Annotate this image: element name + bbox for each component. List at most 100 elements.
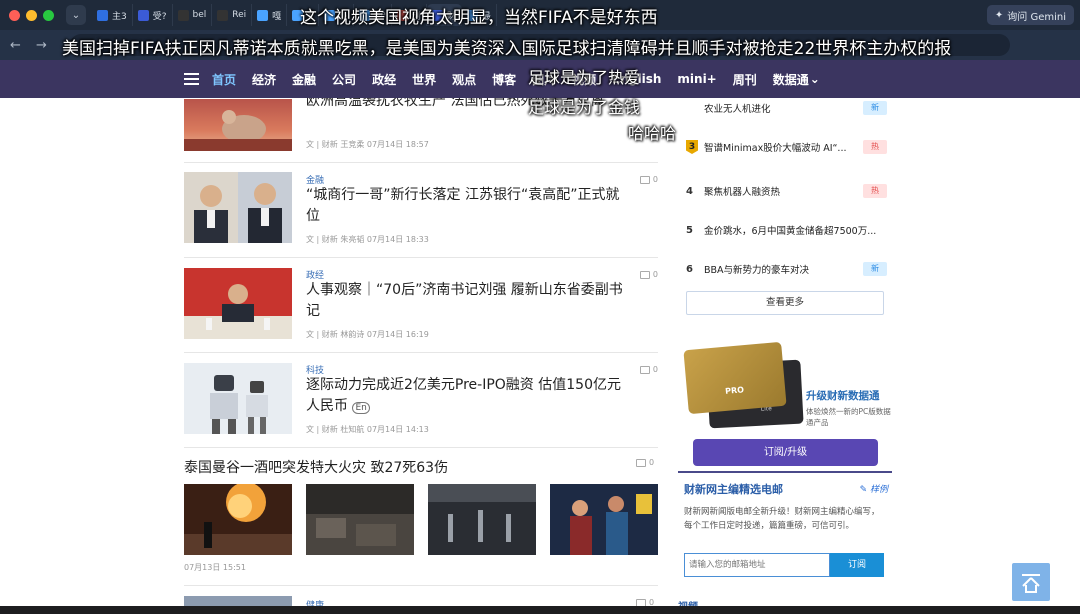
new-badge: 新 (863, 101, 887, 115)
ranking-item[interactable]: 农业无人机进化 新 (686, 98, 890, 118)
newsletter-subscribe-button[interactable]: 订阅 (830, 553, 884, 577)
nav-item[interactable]: 博客 (492, 71, 516, 88)
rank-medal-icon: 3 (686, 140, 698, 154)
news-thumbnail[interactable] (184, 363, 292, 434)
nav-item[interactable]: 数据通 (773, 71, 809, 88)
poultry-photo (184, 110, 292, 151)
browser-tab[interactable]: 嘎 (252, 4, 288, 26)
hot-badge: 热 (863, 140, 887, 154)
news-item[interactable]: 科技 逐际动力完成近2亿美元Pre-IPO融资 估值150亿元人民币 En 文 … (184, 353, 658, 448)
ranking-text[interactable]: 金价跳水，6月中国黄金储备超7500万... (704, 223, 884, 237)
view-more-button[interactable]: 查看更多 (686, 291, 884, 315)
photo-story-date: 07月13日 15:51 (184, 563, 246, 572)
nav-item[interactable]: 经济 (252, 71, 276, 88)
ranking-text[interactable]: 聚焦机器人融资热 (704, 184, 864, 198)
news-item[interactable]: 政经 人事观察｜“70后”济南书记刘强 履新山东省委副书记 文 | 财新 林韵诗… (184, 258, 658, 353)
news-item[interactable]: 金融 “城商行一哥”新行长落定 江苏银行“袁高配”正式就位 文 | 财新 朱亮韬… (184, 163, 658, 258)
comment-count[interactable]: 0 (636, 598, 654, 606)
back-arrow-icon[interactable]: ← (10, 38, 26, 53)
comment-count[interactable]: 0 (639, 365, 658, 374)
video-section-label[interactable]: 视频 (678, 598, 698, 606)
maximize-window-button[interactable] (43, 9, 54, 21)
news-thumbnail[interactable] (184, 268, 292, 339)
tab-list-chevron-icon[interactable]: ⌄ (66, 5, 86, 25)
photo-thumbnail[interactable] (306, 484, 414, 555)
nav-item[interactable]: 周刊 (733, 71, 757, 88)
nav-item[interactable]: 世界 (412, 71, 436, 88)
forward-arrow-icon[interactable]: → (36, 38, 52, 53)
news-title[interactable]: 人事观察｜“70后”济南书记刘强 履新山东省委副书记 (306, 280, 626, 322)
tab-favicon-icon (257, 9, 269, 21)
new-badge: 新 (863, 262, 887, 276)
humanoid-robot-photo (184, 363, 292, 434)
nav-item[interactable]: 观点 (452, 71, 476, 88)
ranking-text[interactable]: 农业无人机进化 (704, 101, 864, 115)
ranking-item[interactable]: 6 BBA与新势力的豪车对决 新 (686, 259, 890, 279)
subtitle-overlay: 美国扫掉FIFA扶正因凡蒂诺本质就黑吃黑，是美国为美资深入国际足球扫清障碍并且顺… (62, 39, 952, 59)
menu-hamburger-icon[interactable] (184, 73, 199, 85)
newsletter-description: 财新网新闻版电邮全新升级！财新网主编精心编写，每个工作日定时投递，篇篇重磅，可信… (684, 507, 880, 531)
minimize-window-button[interactable] (26, 9, 37, 21)
sample-link[interactable]: ✎ 样例 (860, 482, 888, 495)
official-at-podium-photo (184, 268, 292, 339)
photo-strip (184, 484, 658, 555)
pencil-icon: ✎ (859, 485, 870, 495)
rank-number: 5 (686, 224, 693, 236)
back-to-top-button[interactable] (1012, 563, 1050, 601)
browser-tab[interactable]: bel (173, 4, 213, 26)
nav-item[interactable]: 公司 (332, 71, 356, 88)
news-meta: 文 | 财新 王竞柔 07月14日 18:57 (306, 140, 429, 149)
photo-thumbnail[interactable] (428, 484, 536, 555)
back-to-top-icon (1022, 574, 1040, 593)
ranking-item[interactable]: 3 智谱Minimax股价大幅波动 AI“... 热 (686, 137, 890, 157)
comment-icon (636, 458, 646, 467)
nav-item[interactable]: 政经 (372, 71, 396, 88)
ranking-text[interactable]: BBA与新势力的豪车对决 (704, 262, 864, 276)
browser-tab[interactable]: 受? (133, 4, 173, 26)
tab-label: Rei (232, 10, 247, 20)
data-product-cards-image[interactable]: Lite PRO (683, 341, 804, 429)
nav-item[interactable]: 金融 (292, 71, 316, 88)
comment-icon (639, 175, 650, 184)
news-thumbnail[interactable] (184, 99, 292, 151)
browser-tab[interactable]: 主3 (92, 4, 133, 26)
tab-favicon-icon (137, 9, 149, 21)
photo-story-title[interactable]: 泰国曼谷一酒吧突发特大火灾 致27死63伤 (184, 457, 658, 477)
photo-thumbnail[interactable] (550, 484, 658, 555)
news-meta: 文 | 财新 朱亮韬 07月14日 18:33 (306, 235, 429, 244)
nav-item[interactable]: mini+ (677, 72, 716, 86)
news-thumbnail[interactable] (184, 172, 292, 243)
close-window-button[interactable] (9, 9, 20, 21)
ranking-item[interactable]: 5 金价跳水，6月中国黄金储备超7500万... (686, 220, 890, 240)
ranking-item[interactable]: 4 聚焦机器人融资热 热 (686, 181, 890, 201)
english-version-badge[interactable]: En (352, 402, 370, 414)
comment-icon (639, 365, 650, 374)
news-title[interactable]: “城商行一哥”新行长落定 江苏银行“袁高配”正式就位 (306, 185, 626, 227)
rank-number: 4 (686, 185, 693, 197)
gemini-label: 询问 Gemini (1007, 11, 1066, 23)
news-category[interactable]: 健康 (306, 598, 324, 606)
email-input[interactable] (684, 553, 830, 577)
dropdown-caret-icon[interactable]: ⌄ (810, 72, 820, 86)
tab-label: bel (192, 10, 207, 20)
subscribe-upgrade-button[interactable]: 订阅/升级 (693, 439, 878, 466)
comment-count[interactable]: 0 (636, 458, 654, 467)
comment-count[interactable]: 0 (639, 175, 658, 184)
browser-tab[interactable]: Rei (212, 4, 253, 26)
tab-label: 主3 (112, 11, 127, 22)
photo-thumbnail[interactable] (184, 484, 292, 555)
newsletter-title: 财新网主编精选电邮 (684, 483, 783, 496)
tab-favicon-icon (97, 9, 108, 21)
ranking-text[interactable]: 智谱Minimax股价大幅波动 AI“... (704, 140, 864, 154)
comment-icon (636, 598, 646, 606)
subtitle-overlay: 足球是为了金钱 (528, 98, 641, 117)
tab-favicon-icon (217, 9, 229, 21)
promo-title[interactable]: 升级财新数据通 (806, 388, 880, 403)
news-thumbnail[interactable] (184, 596, 292, 606)
ask-gemini-button[interactable]: ✦ 询问 Gemini (986, 5, 1074, 25)
news-title[interactable]: 逐际动力完成近2亿美元Pre-IPO融资 估值150亿元人民币 En (306, 375, 626, 419)
comment-icon (639, 270, 650, 279)
comment-count[interactable]: 0 (639, 270, 658, 279)
tab-label: 嘎 (272, 11, 282, 22)
nav-item[interactable]: 首页 (212, 71, 236, 88)
